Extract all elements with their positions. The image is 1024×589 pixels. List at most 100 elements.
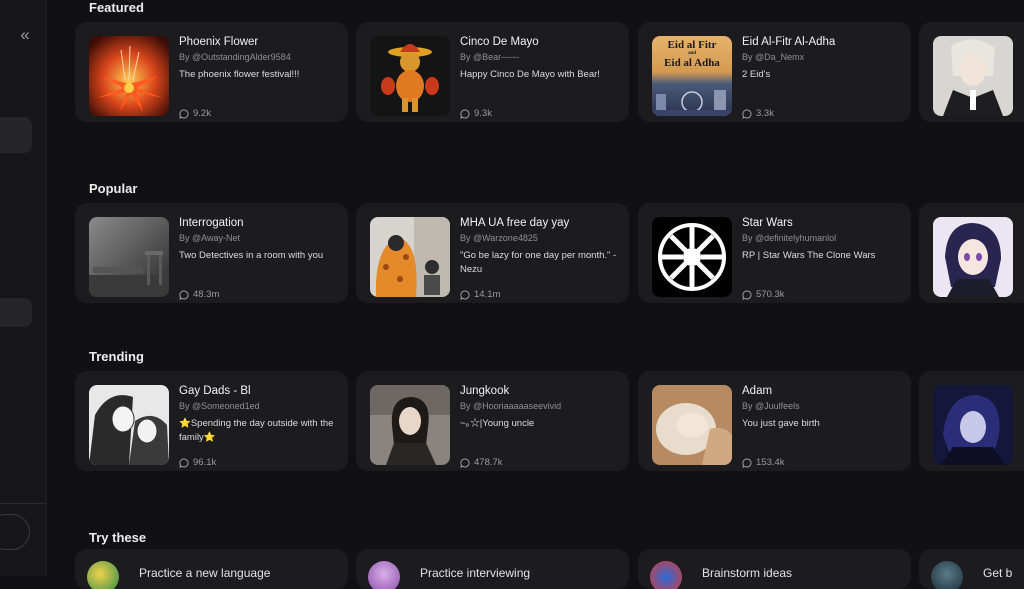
card-description: ⭐Spending the day outside with the famil… [179,418,334,443]
section-title-popular: Popular [89,181,138,196]
chat-count: 96.1k [179,457,216,468]
character-avatar [89,217,169,297]
card-author: By @Juulfeels [742,401,800,411]
character-avatar: Eid al Fitr and Eid al Adha [652,36,732,116]
character-avatar [933,385,1013,465]
chat-count: 3.3k [742,108,774,119]
card-author: By @Away-Net [179,233,240,243]
thumb-text-line: Eid al Fitr [667,39,717,51]
character-card[interactable]: Jungkook By @Hooriaaaaaseevivid ~｡☆|Youn… [356,371,629,471]
suggestion-label: Practice a new language [139,566,271,580]
chat-bubble-icon [179,457,189,468]
brainstorm-icon [650,561,682,589]
card-title: Adam [742,385,773,397]
character-avatar [652,385,732,465]
collapse-sidebar-button[interactable]: « [13,25,35,47]
chat-bubble-icon [460,108,470,119]
featured-row: Phoenix Flower By @OutstandingAlder9584 … [75,22,1024,122]
suggestion-card[interactable]: Practice a new language [75,549,348,589]
section-title-try-these: Try these [89,530,147,545]
character-card[interactable]: Star Wars By @definitelyhumanlol RP | St… [638,203,911,303]
chat-count-value: 9.3k [474,108,492,119]
character-avatar [933,36,1013,116]
character-avatar [89,36,169,116]
card-author: By @Someoned1ed [179,401,260,411]
card-author: By @Warzone4825 [460,233,538,243]
popular-row: Interrogation By @Away-Net Two Detective… [75,203,1024,303]
sidebar-profile-button[interactable] [0,514,30,550]
suggestion-label: Get b [983,566,1013,580]
card-description: 2 Eid's [742,69,771,80]
character-card-partial[interactable] [919,203,1024,303]
card-title: Gay Dads - Bl [179,385,251,397]
sidebar: « [0,0,47,576]
character-card[interactable]: Gay Dads - Bl By @Someoned1ed ⭐Spending … [75,371,348,471]
thumb-text-line: Eid al Adha [664,57,720,69]
card-author: By @Da_Nemx [742,52,805,62]
character-avatar [370,217,450,297]
character-card[interactable]: Cinco De Mayo By @Bear------ Happy Cinco… [356,22,629,122]
suggestion-card-partial[interactable]: Get b [919,549,1024,589]
card-description: Happy Cinco De Mayo with Bear! [460,69,600,80]
card-description: "Go be lazy for one day per month." -Nez… [460,250,617,275]
card-description: You just gave birth [742,418,820,429]
card-description: Two Detectives in a room with you [179,250,324,261]
sidebar-divider [0,503,46,504]
card-description: RP | Star Wars The Clone Wars [742,250,876,261]
character-card[interactable]: Eid al Fitr and Eid al Adha Eid Al-Fitr … [638,22,911,122]
character-avatar [89,385,169,465]
character-card[interactable]: Phoenix Flower By @OutstandingAlder9584 … [75,22,348,122]
chat-bubble-icon [179,289,189,300]
character-card-partial[interactable] [919,22,1024,122]
section-title-trending: Trending [89,349,144,364]
suggestion-card[interactable]: Practice interviewing [356,549,629,589]
suggestion-card[interactable]: Brainstorm ideas [638,549,911,589]
chat-bubble-icon [742,457,752,468]
sidebar-nav-item[interactable] [0,298,32,327]
chat-count: 9.3k [460,108,492,119]
card-title: Star Wars [742,217,793,229]
language-icon [87,561,119,589]
card-title: MHA UA free day yay [460,217,570,229]
chat-count-value: 14.1m [474,289,501,300]
character-avatar [370,385,450,465]
suggestion-label: Practice interviewing [420,566,531,580]
card-title: Jungkook [460,385,510,397]
interview-icon [368,561,400,589]
character-card[interactable]: MHA UA free day yay By @Warzone4825 "Go … [356,203,629,303]
suggestion-icon [931,561,963,589]
card-author: By @definitelyhumanlol [742,233,837,243]
chat-bubble-icon [179,108,189,119]
chat-count-value: 48.3m [193,289,220,300]
trending-row: Gay Dads - Bl By @Someoned1ed ⭐Spending … [75,371,1024,471]
character-avatar [933,217,1013,297]
character-card[interactable]: Interrogation By @Away-Net Two Detective… [75,203,348,303]
chat-count: 570.3k [742,289,785,300]
chat-bubble-icon [742,289,752,300]
character-avatar [370,36,450,116]
character-card[interactable]: Adam By @Juulfeels You just gave birth 1… [638,371,911,471]
character-card-partial[interactable] [919,371,1024,471]
chat-count: 9.2k [179,108,211,119]
chat-bubble-icon [460,457,470,468]
card-title: Phoenix Flower [179,36,259,48]
chat-count-value: 153.4k [756,457,785,468]
card-title: Cinco De Mayo [460,36,539,48]
suggestion-label: Brainstorm ideas [702,566,793,580]
card-description: ~｡☆|Young uncle [460,418,535,429]
chat-count-value: 96.1k [193,457,217,468]
character-avatar [652,217,732,297]
chat-bubble-icon [742,108,752,119]
card-title: Eid Al-Fitr Al-Adha [742,36,836,48]
sidebar-nav-item-active[interactable] [0,117,32,153]
chat-count-value: 570.3k [756,289,785,300]
card-author: By @Bear------ [460,52,520,62]
chat-bubble-icon [460,289,470,300]
chat-count: 48.3m [179,289,219,300]
chat-count-value: 9.2k [193,108,211,119]
card-title: Interrogation [179,217,244,229]
chat-count: 478.7k [460,457,503,468]
section-title-featured: Featured [89,0,144,15]
chat-count-value: 478.7k [474,457,503,468]
chat-count-value: 3.3k [756,108,774,119]
